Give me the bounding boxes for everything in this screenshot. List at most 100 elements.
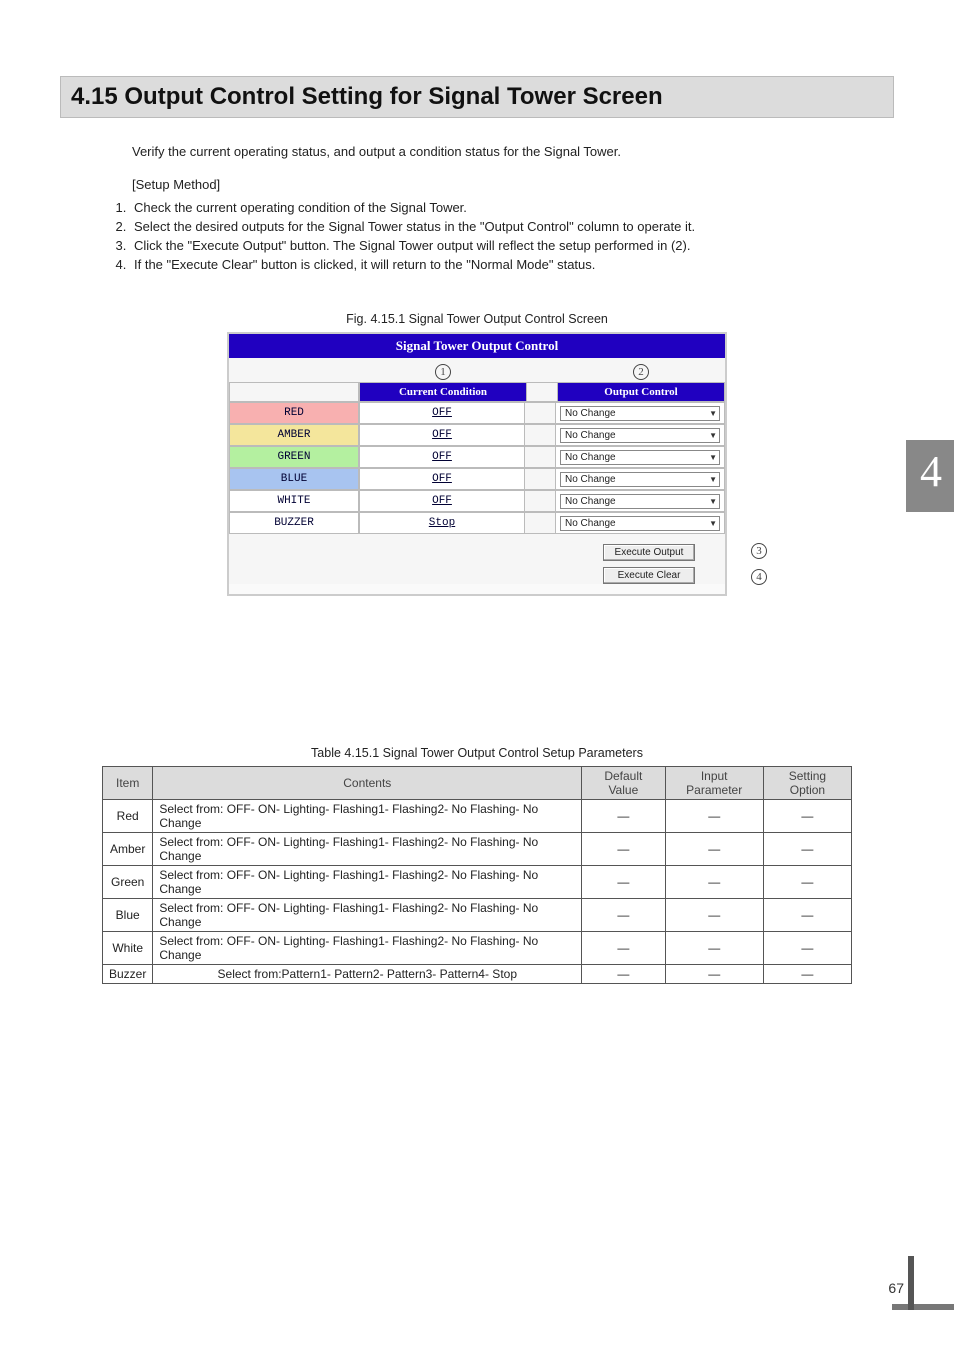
list-item: Click the "Execute Output" button. The S… (130, 238, 894, 253)
col-header-current-condition: Current Condition (359, 382, 527, 402)
current-condition-value: Stop (359, 512, 525, 534)
table-row: GREENOFF No Change ▼ (229, 446, 725, 468)
param-item: Buzzer (103, 965, 153, 984)
th-input: Input Parameter (665, 767, 763, 800)
param-contents: Select from: OFF- ON- Lighting- Flashing… (153, 866, 582, 899)
current-condition-value: OFF (359, 468, 525, 490)
row-label: AMBER (229, 424, 359, 446)
param-option: — (763, 965, 851, 984)
table-row: AmberSelect from: OFF- ON- Lighting- Fla… (103, 833, 852, 866)
param-default: — (582, 800, 665, 833)
param-input: — (665, 965, 763, 984)
param-option: — (763, 866, 851, 899)
page-number: 67 (888, 1280, 904, 1296)
param-contents: Select from:Pattern1- Pattern2- Pattern3… (153, 965, 582, 984)
callout-4-icon: 4 (751, 569, 767, 585)
th-option: Setting Option (763, 767, 851, 800)
param-option: — (763, 833, 851, 866)
output-control-select[interactable]: No Change▼ (560, 494, 720, 509)
chevron-down-icon: ▼ (709, 431, 717, 440)
param-default: — (582, 965, 665, 984)
param-contents: Select from: OFF- ON- Lighting- Flashing… (153, 833, 582, 866)
list-item: If the "Execute Clear" button is clicked… (130, 257, 894, 272)
param-item: Green (103, 866, 153, 899)
setup-steps-list: Check the current operating condition of… (90, 200, 894, 272)
chapter-tab: 4 (906, 440, 954, 512)
param-input: — (665, 932, 763, 965)
select-value: No Change (565, 474, 616, 485)
list-item: Select the desired outputs for the Signa… (130, 219, 894, 234)
current-condition-value: OFF (359, 446, 525, 468)
output-control-select[interactable]: No Change ▼ (560, 428, 720, 443)
side-bar-icon (908, 1256, 914, 1310)
table-row: WHITEOFF No Change▼ (229, 490, 725, 512)
chevron-down-icon: ▼ (709, 475, 717, 484)
param-item: White (103, 932, 153, 965)
row-label: GREEN (229, 446, 359, 468)
chevron-down-icon: ▼ (709, 409, 717, 418)
chevron-down-icon: ▼ (709, 497, 717, 506)
figure-caption: Fig. 4.15.1 Signal Tower Output Control … (60, 312, 894, 326)
col-header-output-control: Output Control (557, 382, 725, 402)
current-condition-value: OFF (359, 424, 525, 446)
table-caption: Table 4.15.1 Signal Tower Output Control… (60, 746, 894, 760)
param-contents: Select from: OFF- ON- Lighting- Flashing… (153, 800, 582, 833)
param-option: — (763, 800, 851, 833)
param-item: Blue (103, 899, 153, 932)
output-control-select[interactable]: No Change ▼ (560, 516, 720, 531)
list-item: Check the current operating condition of… (130, 200, 894, 215)
table-row: REDOFF No Change ▼ (229, 402, 725, 424)
param-input: — (665, 899, 763, 932)
output-control-select[interactable]: No Change ▼ (560, 450, 720, 465)
param-input: — (665, 866, 763, 899)
intro-text: Verify the current operating status, and… (132, 144, 894, 159)
row-label: BUZZER (229, 512, 359, 534)
panel-title: Signal Tower Output Control (229, 334, 725, 358)
param-item: Red (103, 800, 153, 833)
select-value: No Change (565, 430, 616, 441)
param-input: — (665, 800, 763, 833)
row-label: BLUE (229, 468, 359, 490)
callout-1-icon: 1 (435, 364, 451, 380)
param-default: — (582, 866, 665, 899)
param-option: — (763, 932, 851, 965)
param-contents: Select from: OFF- ON- Lighting- Flashing… (153, 932, 582, 965)
param-option: — (763, 899, 851, 932)
select-value: No Change (565, 408, 616, 419)
select-value: No Change (565, 518, 616, 529)
output-control-select[interactable]: No Change ▼ (560, 472, 720, 487)
th-item: Item (103, 767, 153, 800)
param-default: — (582, 932, 665, 965)
th-contents: Contents (153, 767, 582, 800)
table-row: BUZZERStop No Change ▼ (229, 512, 725, 534)
execute-output-button[interactable]: Execute Output (603, 544, 695, 561)
param-default: — (582, 833, 665, 866)
current-condition-value: OFF (359, 402, 525, 424)
output-control-panel: Signal Tower Output Control 1 2 Current … (227, 332, 727, 596)
param-input: — (665, 833, 763, 866)
param-item: Amber (103, 833, 153, 866)
chevron-down-icon: ▼ (709, 519, 717, 528)
param-contents: Select from: OFF- ON- Lighting- Flashing… (153, 899, 582, 932)
row-label: WHITE (229, 490, 359, 512)
setup-method-label: [Setup Method] (132, 177, 894, 192)
select-value: No Change (565, 452, 616, 463)
table-row: WhiteSelect from: OFF- ON- Lighting- Fla… (103, 932, 852, 965)
output-control-select[interactable]: No Change ▼ (560, 406, 720, 421)
table-row: BlueSelect from: OFF- ON- Lighting- Flas… (103, 899, 852, 932)
table-row: BLUEOFF No Change ▼ (229, 468, 725, 490)
param-default: — (582, 899, 665, 932)
section-title: 4.15 Output Control Setting for Signal T… (60, 76, 894, 118)
footer-bar-icon (892, 1304, 954, 1310)
row-label: RED (229, 402, 359, 424)
table-row: GreenSelect from: OFF- ON- Lighting- Fla… (103, 866, 852, 899)
chevron-down-icon: ▼ (709, 453, 717, 462)
callout-3-icon: 3 (751, 543, 767, 559)
parameters-table: Item Contents Default Value Input Parame… (102, 766, 852, 984)
callout-2-icon: 2 (633, 364, 649, 380)
table-row: AMBEROFF No Change ▼ (229, 424, 725, 446)
th-default: Default Value (582, 767, 665, 800)
table-row: BuzzerSelect from:Pattern1- Pattern2- Pa… (103, 965, 852, 984)
execute-clear-button[interactable]: Execute Clear (603, 567, 695, 584)
current-condition-value: OFF (359, 490, 525, 512)
